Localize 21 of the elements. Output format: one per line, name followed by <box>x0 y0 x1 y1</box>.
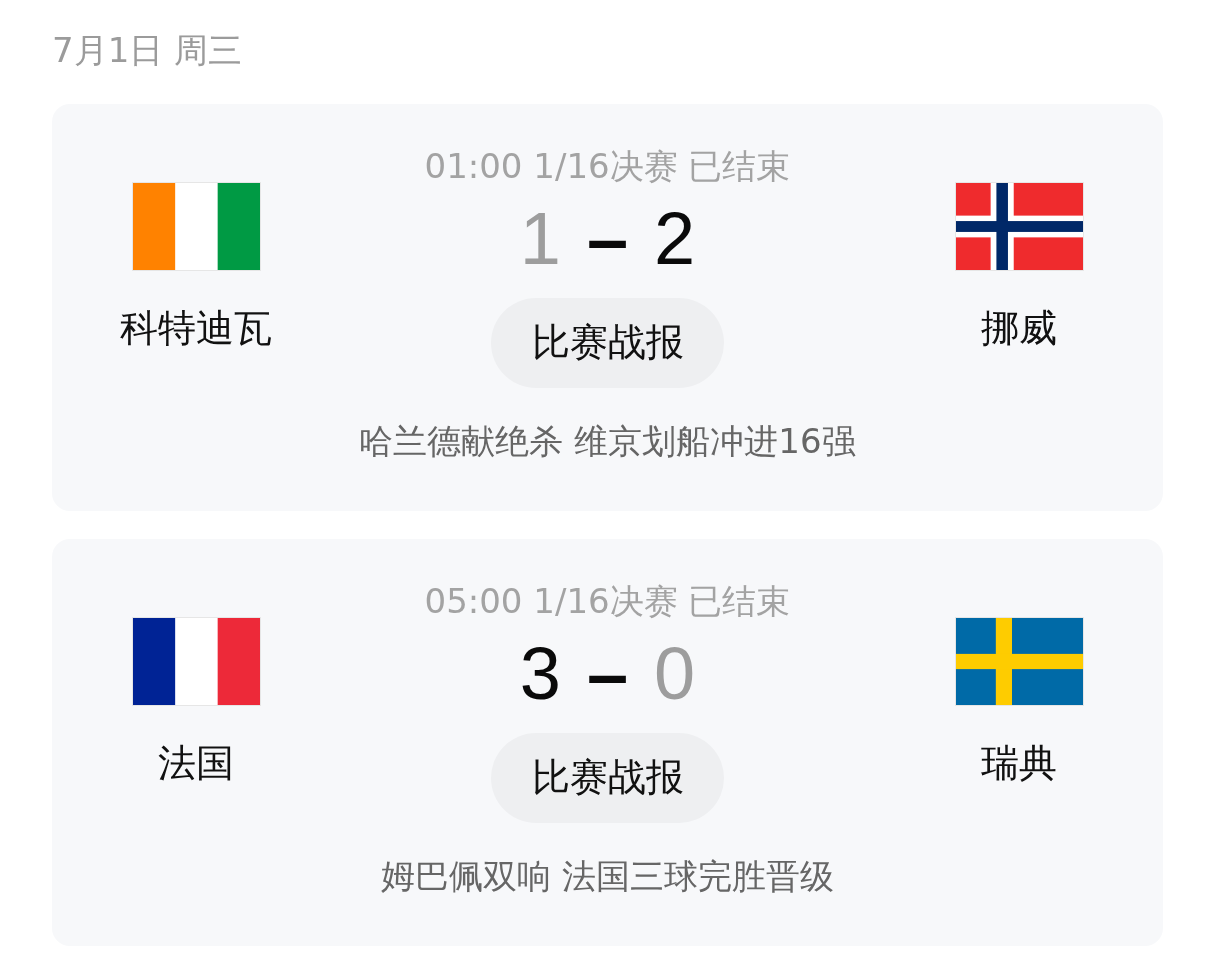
away-score: 2 <box>654 201 696 276</box>
date-heading: 7月1日 周三 <box>52 30 243 71</box>
team-name: 挪威 <box>981 305 1057 352</box>
cross-flag-icon <box>955 182 1083 270</box>
team-name: 科特迪瓦 <box>120 305 272 352</box>
tricolor-flag-icon <box>132 617 260 705</box>
cross-flag-icon <box>955 617 1083 705</box>
match-headline: 姆巴佩双响 法国三球完胜晋级 <box>381 855 834 897</box>
home-score: 1 <box>519 201 561 276</box>
match-report-button[interactable]: 比赛战报 <box>491 297 724 388</box>
match-report-button[interactable]: 比赛战报 <box>491 732 724 823</box>
match-status-text: 01:00 1/16决赛 已结束 <box>424 145 791 187</box>
tricolor-flag-icon <box>132 182 260 270</box>
match-headline: 哈兰德献绝杀 维京划船冲进16强 <box>359 420 856 462</box>
home-score: 3 <box>519 636 561 711</box>
score-dash: – <box>586 636 629 711</box>
match-status-text: 05:00 1/16决赛 已结束 <box>424 580 791 622</box>
score-dash: – <box>586 201 629 276</box>
team-name: 法国 <box>158 740 234 787</box>
team-name: 瑞典 <box>981 740 1057 787</box>
away-score: 0 <box>654 636 696 711</box>
